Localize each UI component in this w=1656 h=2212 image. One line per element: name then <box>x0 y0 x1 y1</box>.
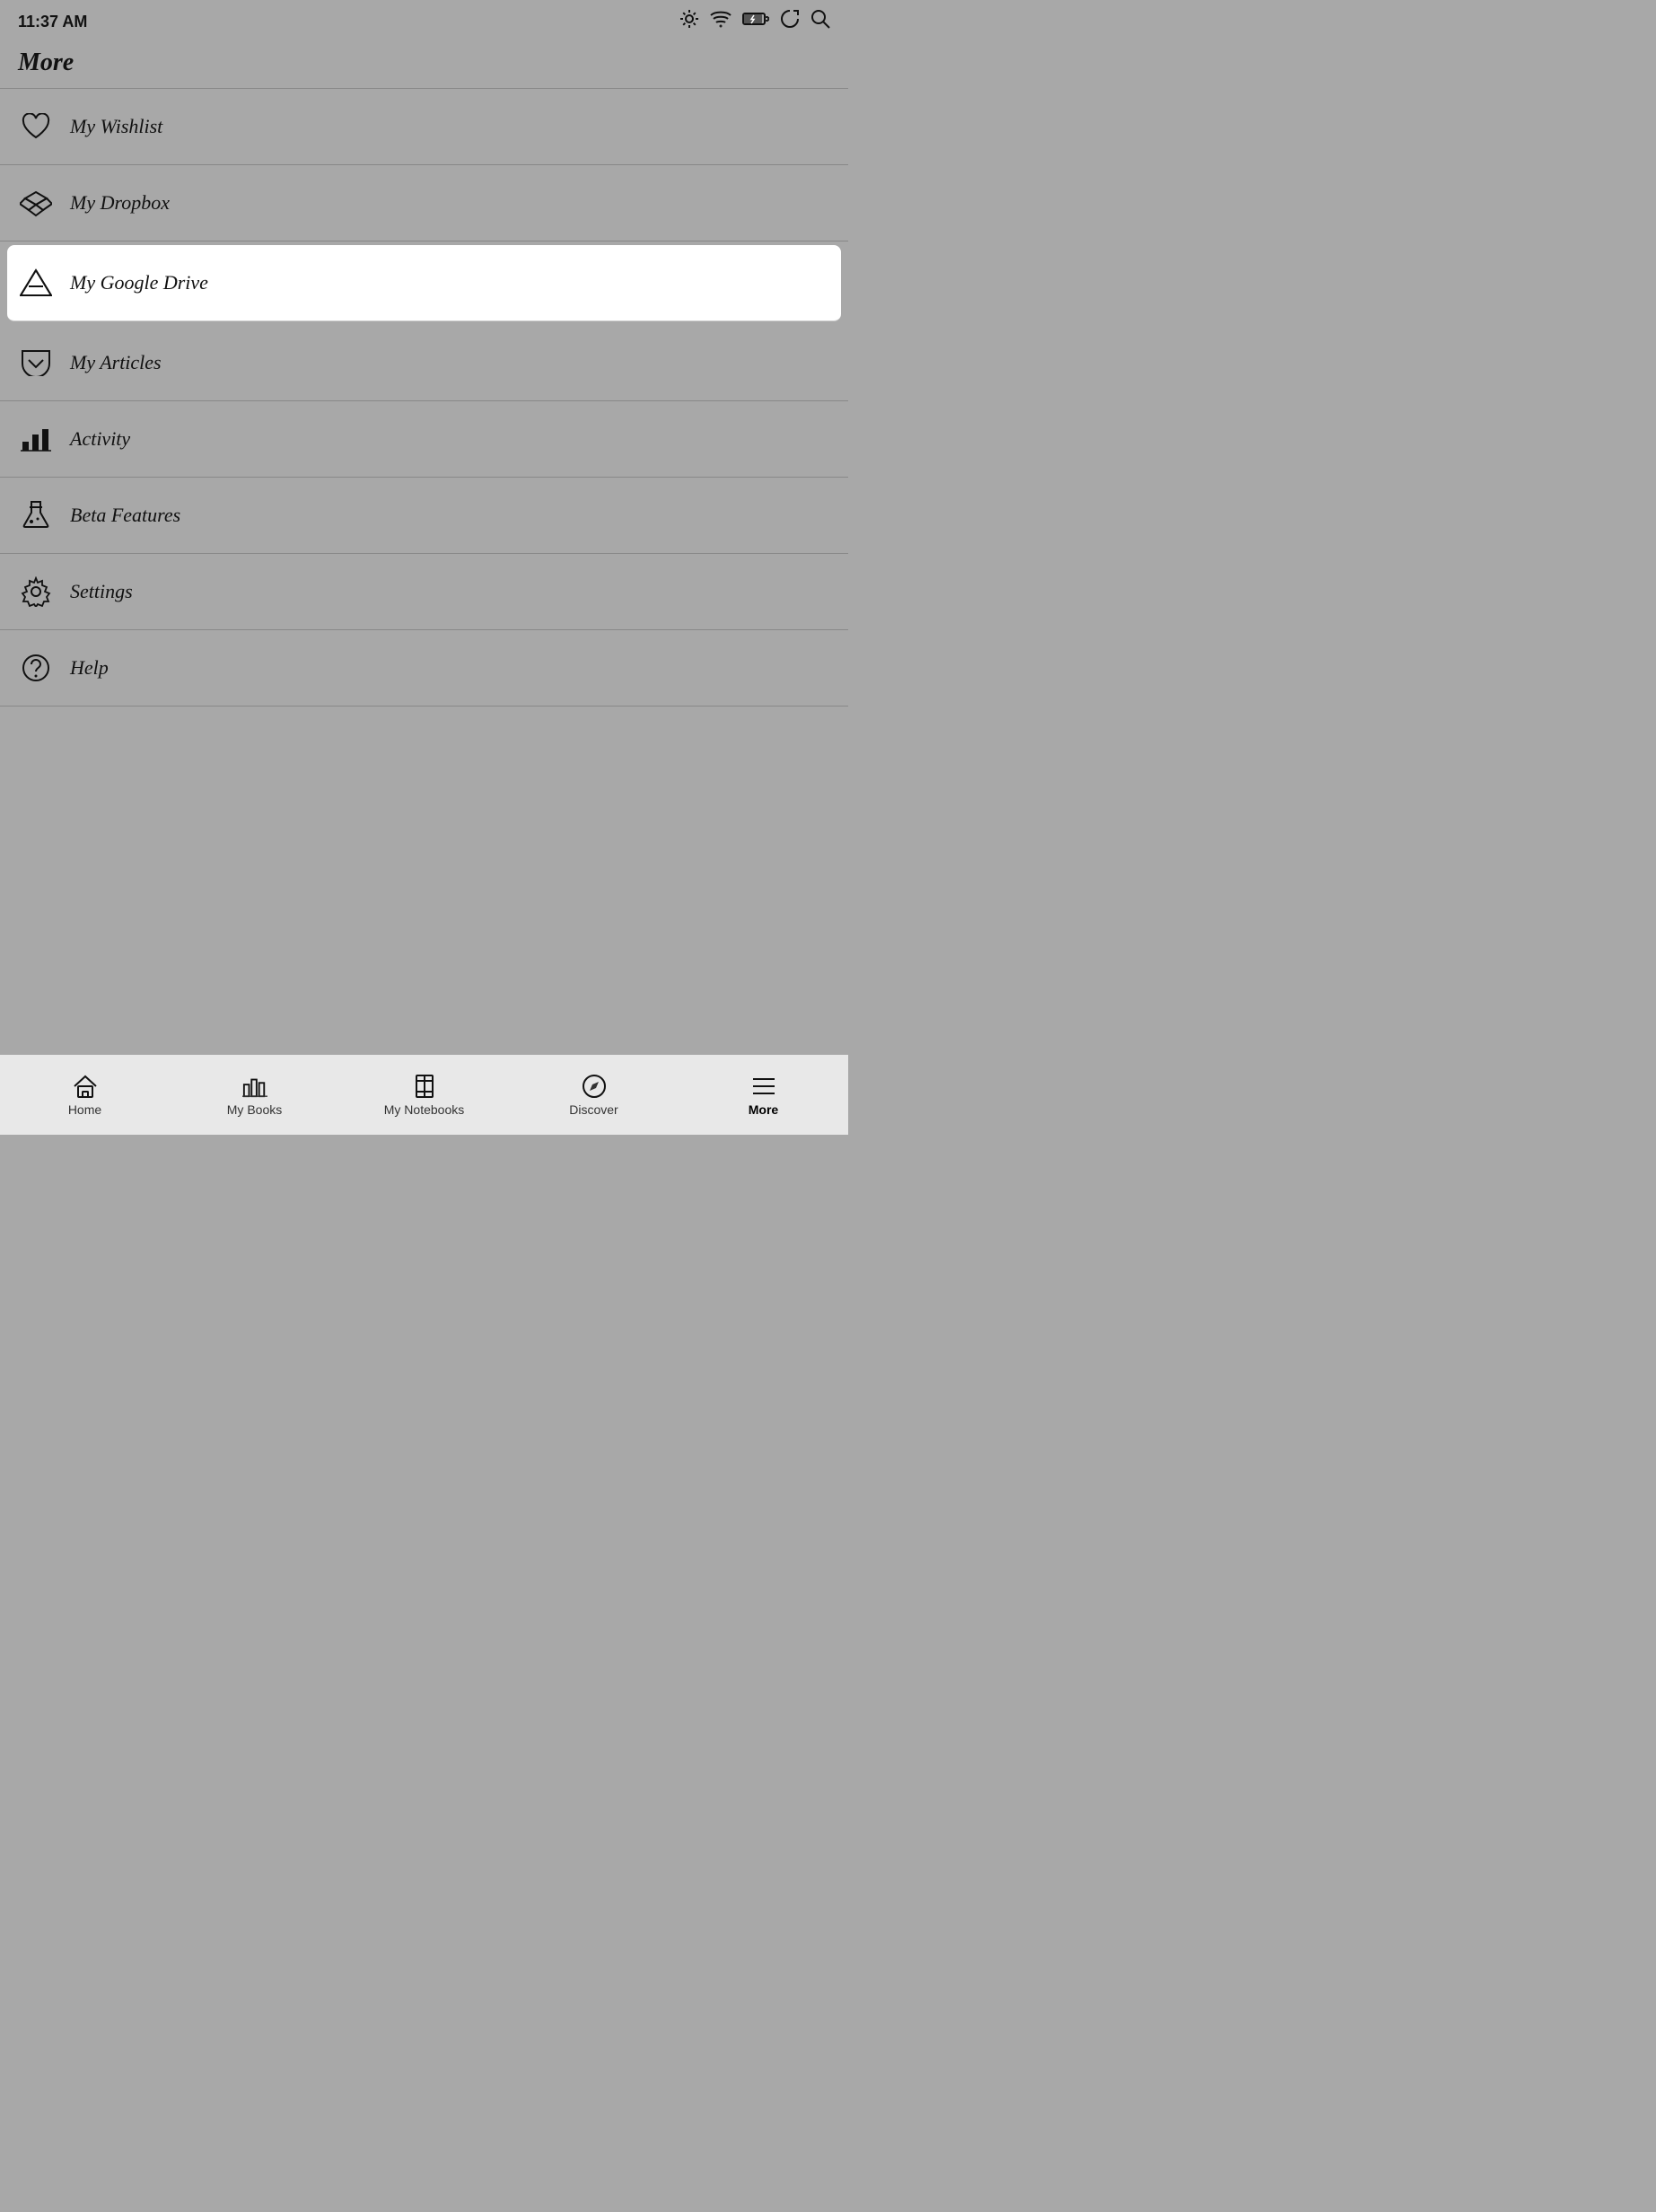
articles-label: My Articles <box>70 351 162 374</box>
nav-mybooks-label: My Books <box>227 1102 282 1117</box>
settings-icon <box>18 574 54 610</box>
menu-item-wishlist[interactable]: My Wishlist <box>0 89 848 165</box>
menu-item-googledrive[interactable]: My Google Drive <box>7 245 841 321</box>
wifi-icon <box>710 9 732 34</box>
dropbox-label: My Dropbox <box>70 191 170 215</box>
menu-item-activity[interactable]: Activity <box>0 401 848 478</box>
status-icons <box>679 9 830 34</box>
menu-item-settings[interactable]: Settings <box>0 554 848 630</box>
heart-icon <box>18 109 54 145</box>
menu-list: My Wishlist My Dropbox My Google D <box>0 89 848 707</box>
help-label: Help <box>70 656 109 680</box>
activity-icon <box>18 421 54 457</box>
help-icon <box>18 650 54 686</box>
nav-home-label: Home <box>68 1102 101 1117</box>
activity-label: Activity <box>70 427 130 451</box>
battery-icon <box>742 11 769 32</box>
bottom-nav: Home My Books My Notebooks <box>0 1054 848 1135</box>
nav-item-mybooks[interactable]: My Books <box>170 1055 339 1135</box>
sync-icon <box>780 9 800 34</box>
menu-item-dropbox[interactable]: My Dropbox <box>0 165 848 241</box>
home-icon <box>73 1074 98 1099</box>
page-title: More <box>18 48 830 77</box>
nav-item-more[interactable]: More <box>679 1055 848 1135</box>
nav-item-mynotebooks[interactable]: My Notebooks <box>339 1055 509 1135</box>
settings-label: Settings <box>70 580 133 603</box>
wishlist-label: My Wishlist <box>70 115 162 138</box>
mybooks-icon <box>242 1074 267 1099</box>
more-icon <box>751 1074 776 1099</box>
nav-discover-label: Discover <box>569 1102 618 1117</box>
googledrive-label: My Google Drive <box>70 271 208 294</box>
googledrive-icon <box>18 265 54 301</box>
menu-item-help[interactable]: Help <box>0 630 848 707</box>
menu-item-beta[interactable]: Beta Features <box>0 478 848 554</box>
pocket-icon <box>18 345 54 381</box>
status-time: 11:37 AM <box>18 13 87 31</box>
menu-item-articles[interactable]: My Articles <box>0 325 848 401</box>
mynotebooks-icon <box>412 1074 437 1099</box>
nav-mynotebooks-label: My Notebooks <box>384 1102 464 1117</box>
beta-icon <box>18 497 54 533</box>
beta-label: Beta Features <box>70 504 180 527</box>
nav-item-discover[interactable]: Discover <box>509 1055 679 1135</box>
search-icon[interactable] <box>810 9 830 34</box>
nav-item-home[interactable]: Home <box>0 1055 170 1135</box>
brightness-icon <box>679 9 699 34</box>
page-header: More <box>0 41 848 89</box>
dropbox-icon <box>18 185 54 221</box>
status-bar: 11:37 AM <box>0 0 848 41</box>
nav-more-label: More <box>749 1102 778 1117</box>
discover-icon <box>582 1074 607 1099</box>
